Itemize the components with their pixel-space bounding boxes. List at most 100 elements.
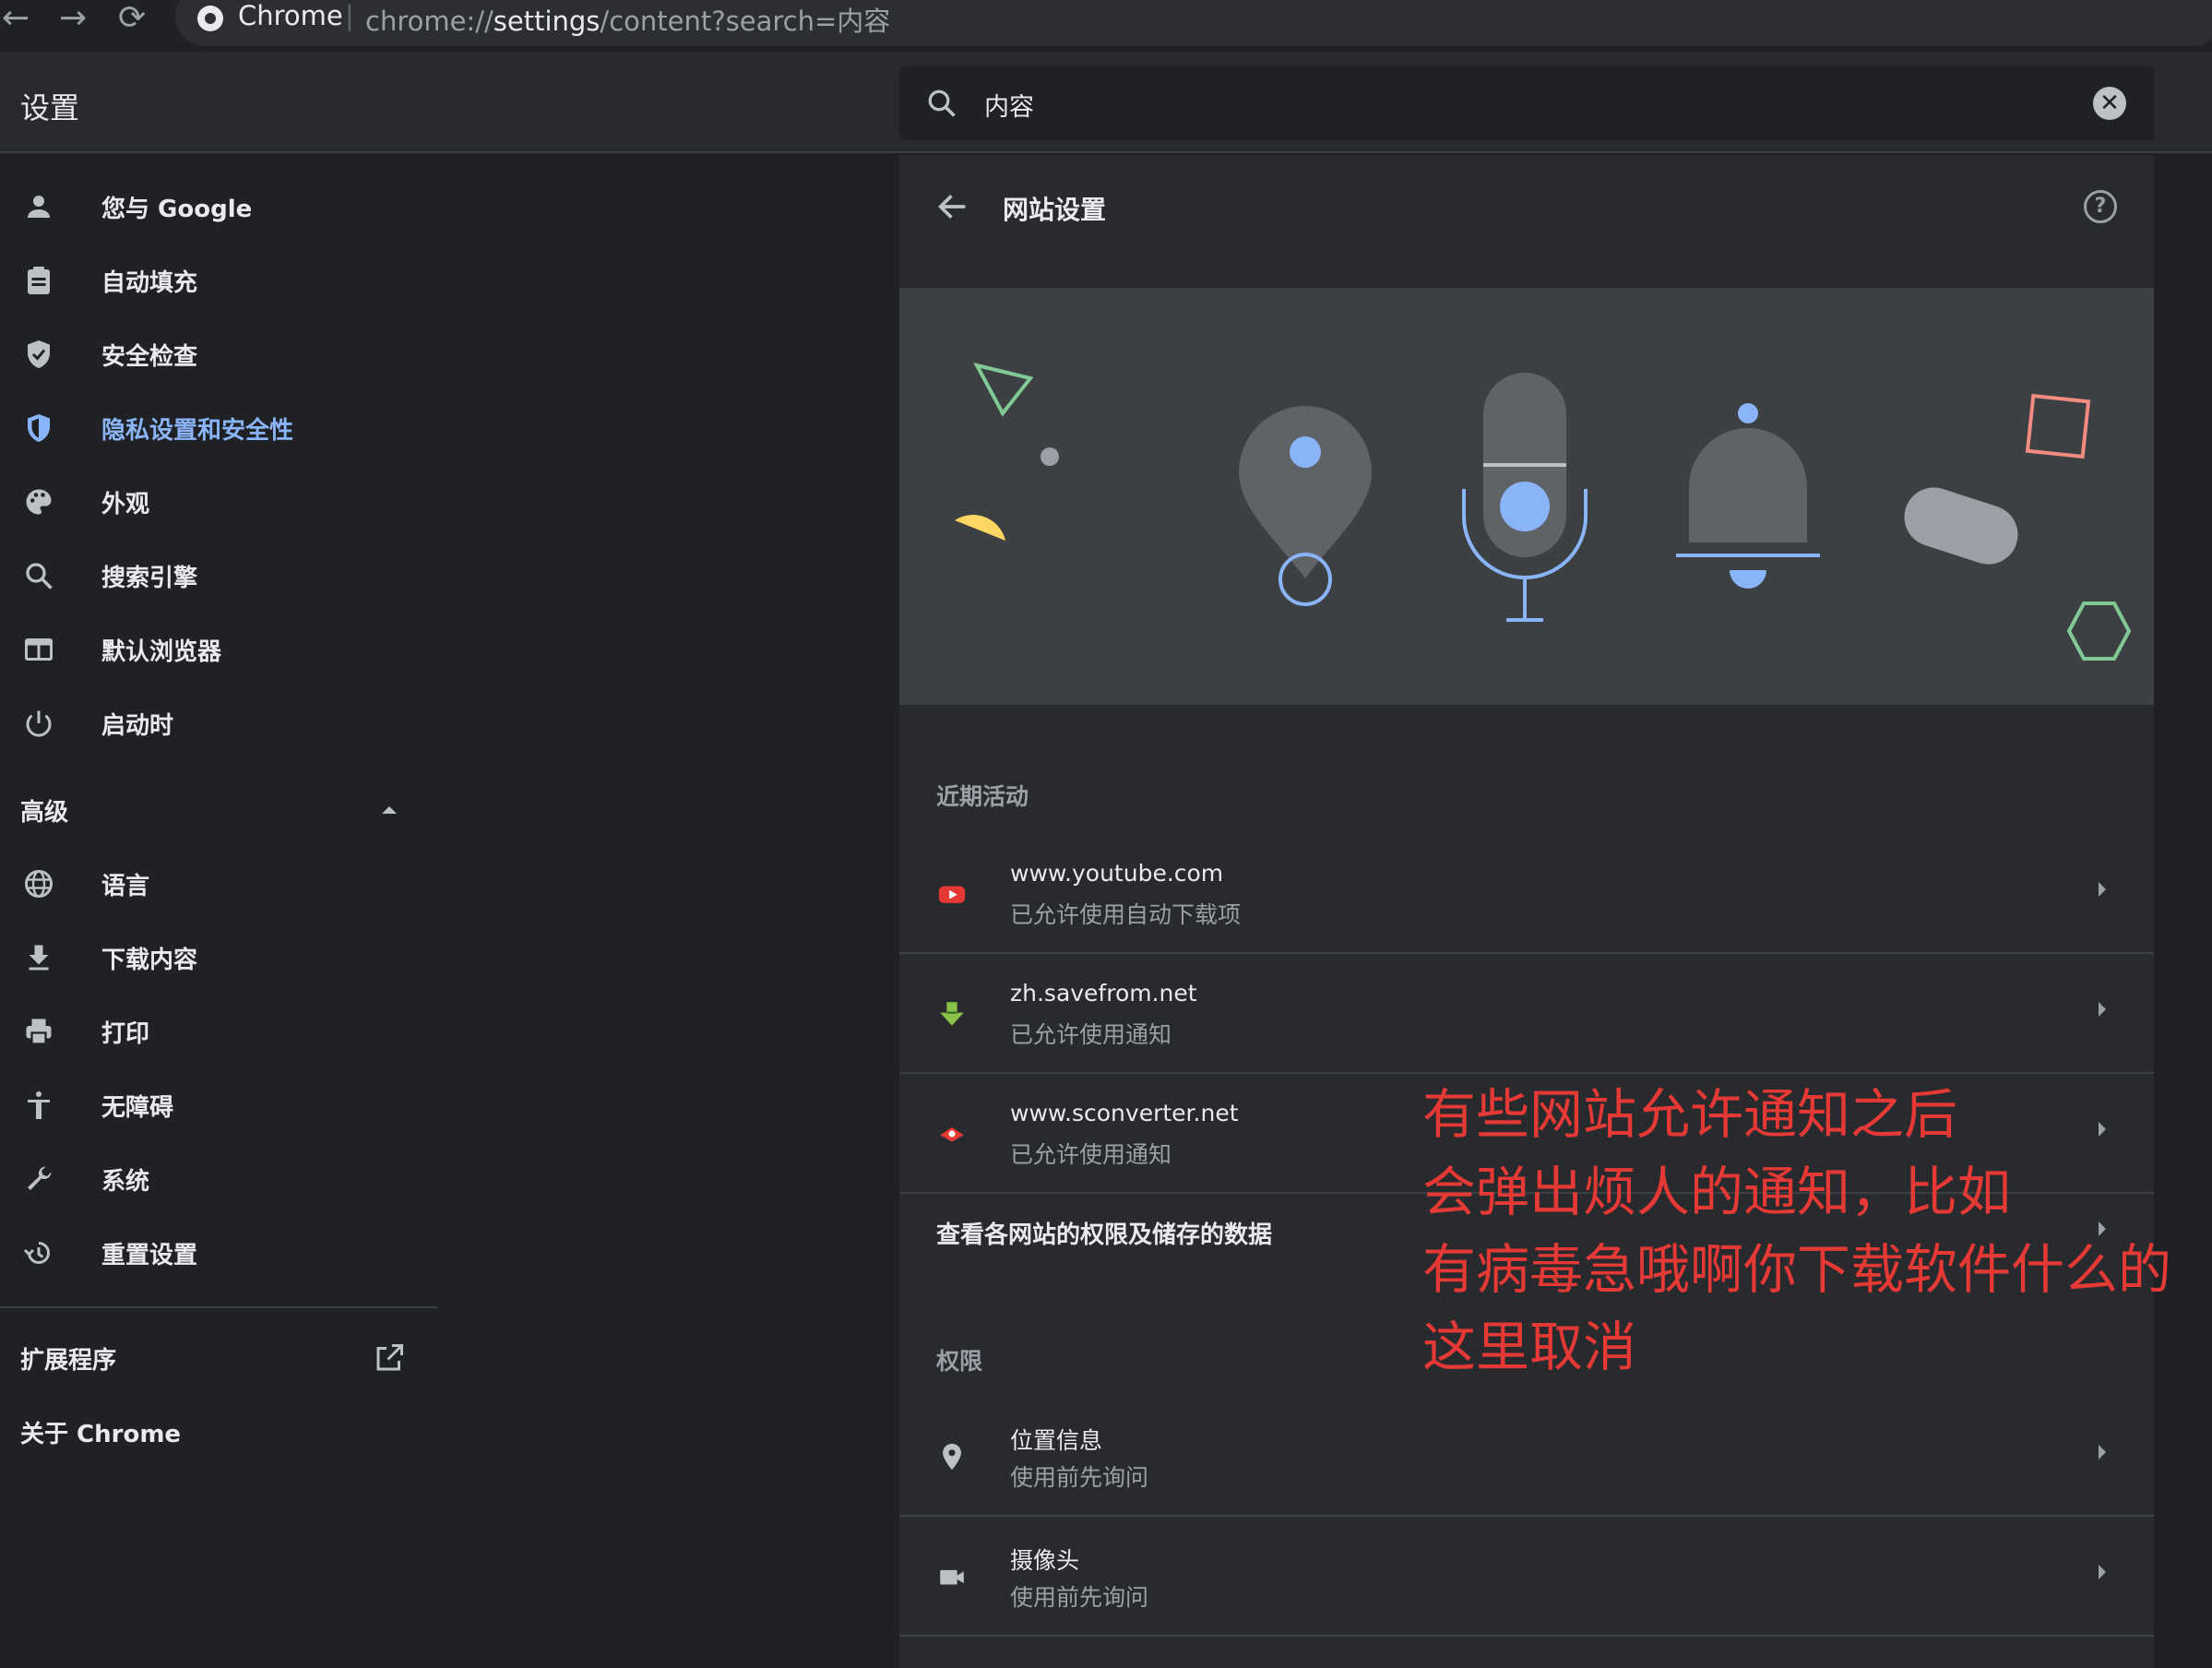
- permission-title: 摄像头: [1010, 1547, 1080, 1574]
- download-icon: [29, 945, 49, 971]
- chevron-right-icon: [2099, 1565, 2106, 1579]
- sidebar-item-label: 系统: [101, 1167, 150, 1196]
- browser-icon: [25, 638, 53, 661]
- sidebar-item-extensions[interactable]: 扩展程序: [0, 1330, 438, 1386]
- sidebar-item-default-browser[interactable]: 默认浏览器: [0, 622, 438, 677]
- sidebar-item-on-startup[interactable]: 启动时: [0, 696, 438, 751]
- back-arrow-icon[interactable]: [934, 188, 971, 225]
- sidebar-item-autofill[interactable]: 自动填充: [0, 253, 438, 308]
- sidebar-item-label: 隐私设置和安全性: [101, 416, 294, 445]
- hexagon-shape: [2066, 602, 2132, 661]
- search-icon: [928, 89, 956, 117]
- clipboard-icon: [28, 267, 50, 294]
- about-label: 关于 Chrome: [20, 1420, 182, 1448]
- settings-search-box[interactable]: 内容 ✕: [899, 66, 2154, 140]
- permission-title: 位置信息: [1010, 1427, 1103, 1454]
- site-settings-card: 网站设置 ? 近期活动 www.youtube.com 已允许使用自动下载项 z…: [899, 155, 2154, 1668]
- url-host: settings: [493, 6, 601, 37]
- sidebar-item-downloads[interactable]: 下载内容: [0, 930, 438, 985]
- sidebar-item-languages[interactable]: 语言: [0, 856, 438, 911]
- address-bar[interactable]: Chrome | chrome://settings/content?searc…: [175, 0, 2212, 46]
- palette-icon: [26, 489, 52, 515]
- permission-status: 使用前先询问: [1010, 1464, 1149, 1491]
- view-all-label: 查看各网站的权限及储存的数据: [936, 1221, 1273, 1249]
- browser-toolbar: ← → ⟳ Chrome | chrome://settings/content…: [0, 0, 2212, 48]
- illustration-graphic: [955, 363, 2132, 661]
- annotation-line: 有些网站允许通知之后: [1422, 1083, 1958, 1146]
- sidebar-divider: [0, 1306, 437, 1308]
- sidebar-item-safety-check[interactable]: 安全检查: [0, 327, 438, 382]
- search-icon: [26, 563, 53, 590]
- recent-site-row[interactable]: zh.savefrom.net 已允许使用通知: [899, 954, 2154, 1074]
- sidebar-item-search-engine[interactable]: 搜索引擎: [0, 548, 438, 603]
- sidebar-item-privacy[interactable]: 隐私设置和安全性: [0, 400, 438, 456]
- sidebar-item-label: 打印: [101, 1019, 150, 1048]
- sidebar-item-label: 启动时: [101, 711, 174, 740]
- accessibility-icon: [28, 1091, 50, 1119]
- omnibox-url[interactable]: chrome://settings/content?search=内容: [365, 0, 890, 39]
- chevron-up-icon: [382, 806, 397, 814]
- forward-button[interactable]: →: [59, 2, 87, 35]
- help-icon[interactable]: ?: [2084, 190, 2117, 223]
- annotation-line: 有病毒急哦啊你下载软件什么的: [1422, 1238, 2172, 1301]
- site-settings-illustration: [899, 288, 2154, 705]
- sidebar-item-about-chrome[interactable]: 关于 Chrome: [0, 1404, 438, 1460]
- pill-shape: [1904, 487, 2018, 565]
- search-input[interactable]: 内容: [984, 87, 1034, 123]
- square-shape: [2025, 393, 2091, 459]
- location-icon: [943, 1443, 961, 1471]
- card-title: 网站设置: [1003, 195, 1107, 225]
- sidebar-item-accessibility[interactable]: 无障碍: [0, 1078, 438, 1133]
- wrench-icon: [28, 1166, 52, 1190]
- pin-dot: [1290, 436, 1321, 468]
- microphone-dot: [1500, 482, 1550, 531]
- annotation-text: 有些网站允许通知之后 会弹出烦人的通知，比如 有病毒急哦啊你下载软件什么的 这里…: [1422, 1076, 2171, 1386]
- sconverter-icon: [940, 1126, 964, 1142]
- site-status: 已允许使用通知: [1010, 1021, 1172, 1048]
- site-name: www.youtube.com: [1010, 860, 1224, 887]
- right-gutter: [2154, 155, 2212, 1668]
- omnibox-app-name: Chrome: [238, 0, 343, 31]
- page-title: 设置: [20, 90, 80, 125]
- reload-button[interactable]: ⟳: [118, 2, 146, 35]
- sidebar-item-label: 搜索引擎: [101, 564, 198, 592]
- permission-row-location[interactable]: 位置信息 使用前先询问: [899, 1397, 2154, 1517]
- shield-icon: [28, 414, 50, 442]
- bell-dot: [1738, 403, 1758, 423]
- back-button[interactable]: ←: [2, 2, 30, 35]
- sidebar-item-reset[interactable]: 重置设置: [0, 1225, 438, 1281]
- clear-search-icon[interactable]: ✕: [2093, 87, 2126, 120]
- permissions-heading: 权限: [936, 1348, 983, 1375]
- sidebar: 您与 Google 自动填充 安全检查 隐私设置和安全性 外观 搜索引擎 默认浏…: [0, 155, 438, 1668]
- site-status: 已允许使用通知: [1010, 1141, 1172, 1168]
- recent-site-row[interactable]: www.youtube.com 已允许使用自动下载项: [899, 834, 2154, 954]
- sidebar-item-printing[interactable]: 打印: [0, 1004, 438, 1059]
- url-path: /content?search=内容: [600, 6, 891, 37]
- card-header: 网站设置 ?: [899, 155, 2154, 290]
- sidebar-item-label: 外观: [101, 490, 150, 518]
- sidebar-item-label: 无障碍: [101, 1093, 174, 1122]
- site-name: www.sconverter.net: [1010, 1100, 1239, 1126]
- sidebar-item-label: 您与 Google: [101, 195, 253, 223]
- sidebar-item-you-and-google[interactable]: 您与 Google: [0, 179, 438, 234]
- youtube-icon: [938, 886, 966, 903]
- site-name: zh.savefrom.net: [1010, 980, 1197, 1007]
- omnibox-separator: |: [345, 0, 354, 31]
- printer-icon: [26, 1019, 52, 1045]
- site-status: 已允许使用自动下载项: [1010, 901, 1242, 928]
- permission-row-camera[interactable]: 摄像头 使用前先询问: [899, 1517, 2154, 1637]
- person-icon: [28, 196, 50, 218]
- bell-shape: [1689, 428, 1807, 542]
- globe-icon: [25, 870, 53, 898]
- sidebar-item-system[interactable]: 系统: [0, 1151, 438, 1207]
- sidebar-item-label: 安全检查: [101, 342, 198, 371]
- triangle-shape: [973, 363, 1034, 417]
- chevron-right-icon: [2099, 882, 2106, 897]
- shield-check-icon: [28, 340, 50, 368]
- advanced-toggle[interactable]: 高级: [0, 782, 438, 838]
- url-scheme: chrome://: [365, 6, 494, 37]
- permission-status: 使用前先询问: [1010, 1584, 1149, 1611]
- dot-shape: [1041, 447, 1059, 466]
- sidebar-item-appearance[interactable]: 外观: [0, 474, 438, 530]
- chevron-right-icon: [2099, 1002, 2106, 1017]
